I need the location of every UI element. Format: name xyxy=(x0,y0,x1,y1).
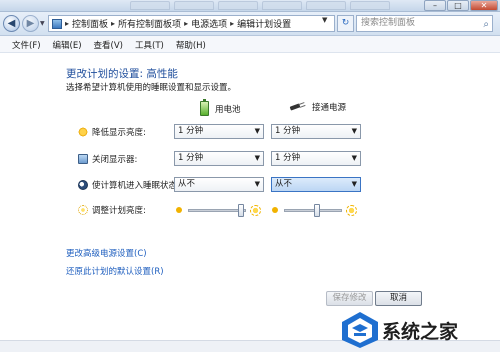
column-label-battery: 用电池 xyxy=(215,104,241,115)
save-changes-button[interactable]: 保存修改 xyxy=(326,291,373,306)
watermark: 系统之家 xyxy=(330,305,500,352)
slider-thumb[interactable] xyxy=(238,203,244,217)
close-button[interactable]: ✕ xyxy=(470,0,498,11)
sun-icon xyxy=(78,127,88,137)
breadcrumb-separator[interactable]: ▸ xyxy=(230,19,234,28)
chevron-down-icon: ▼ xyxy=(351,154,357,162)
tab-placeholder xyxy=(350,1,390,10)
advanced-power-settings-link[interactable]: 更改高级电源设置(C) xyxy=(66,247,147,259)
watermark-text: 系统之家 xyxy=(382,321,459,343)
breadcrumb-item[interactable]: 电源选项 xyxy=(191,17,227,30)
tab-placeholder xyxy=(306,1,346,10)
breadcrumb[interactable]: ▸ 控制面板 ▸ 所有控制面板项 ▸ 电源选项 ▸ 编辑计划设置 xyxy=(48,15,335,32)
monitor-icon xyxy=(78,154,88,164)
slider-track[interactable] xyxy=(188,203,246,217)
select-value: 1 分钟 xyxy=(178,126,204,136)
select-value: 1 分钟 xyxy=(275,153,301,163)
bright-sun-icon xyxy=(250,204,261,216)
select-value: 从不 xyxy=(178,179,196,189)
dim-display-plugged-select[interactable]: 1 分钟 ▼ xyxy=(271,124,361,139)
turn-off-display-battery-select[interactable]: 1 分钟 ▼ xyxy=(174,151,264,166)
title-bar: – □ ✕ xyxy=(0,0,500,12)
select-value: 1 分钟 xyxy=(275,126,301,136)
setting-label: 使计算机进入睡眠状态: xyxy=(92,181,180,191)
breadcrumb-separator[interactable]: ▸ xyxy=(65,19,69,28)
column-label-plugged: 接通电源 xyxy=(312,103,347,113)
breadcrumb-separator[interactable]: ▸ xyxy=(111,19,115,28)
restore-defaults-link[interactable]: 还原此计划的默认设置(R) xyxy=(66,265,164,277)
battery-icon xyxy=(200,99,209,116)
refresh-button[interactable]: ↻ xyxy=(337,15,354,32)
control-panel-icon xyxy=(52,18,62,29)
tab-placeholder xyxy=(262,1,302,10)
bright-sun-icon xyxy=(346,204,357,216)
select-value: 从不 xyxy=(275,179,293,189)
menu-help[interactable]: 帮助(H) xyxy=(170,36,212,52)
menu-edit[interactable]: 编辑(E) xyxy=(47,36,88,52)
breadcrumb-separator[interactable]: ▸ xyxy=(184,19,188,28)
brightness-battery-slider[interactable] xyxy=(176,202,261,218)
maximize-button[interactable]: □ xyxy=(447,0,469,11)
back-button[interactable]: ◀ xyxy=(3,15,20,32)
recent-pages-dropdown-icon[interactable]: ▼ xyxy=(40,20,45,27)
breadcrumb-item[interactable]: 编辑计划设置 xyxy=(237,17,291,30)
menu-tools[interactable]: 工具(T) xyxy=(129,36,170,52)
minimize-button[interactable]: – xyxy=(424,0,446,11)
column-header-plugged: 接通电源 xyxy=(290,101,346,113)
tab-placeholder xyxy=(130,1,170,10)
tab-placeholder xyxy=(174,1,214,10)
chevron-down-icon: ▼ xyxy=(351,127,357,135)
brightness-icon xyxy=(78,205,88,215)
slider-track[interactable] xyxy=(284,203,342,217)
chevron-down-icon: ▼ xyxy=(254,127,260,135)
sleep-plugged-select[interactable]: 从不 ▼ xyxy=(271,177,361,192)
forward-button[interactable]: ▶ xyxy=(22,15,39,32)
chevron-down-icon: ▼ xyxy=(254,180,260,188)
slider-thumb[interactable] xyxy=(314,203,320,217)
chevron-down-icon: ▼ xyxy=(351,180,357,188)
sleep-battery-select[interactable]: 从不 ▼ xyxy=(174,177,264,192)
page-title: 更改计划的设置: 高性能 xyxy=(66,68,178,80)
tab-placeholder xyxy=(218,1,258,10)
address-bar: ◀ ▶ ▼ ▸ 控制面板 ▸ 所有控制面板项 ▸ 电源选项 ▸ 编辑计划设置 ▼… xyxy=(0,12,500,36)
brightness-plugged-slider[interactable] xyxy=(272,202,357,218)
cancel-button[interactable]: 取消 xyxy=(375,291,422,306)
main-content: 更改计划的设置: 高性能 选择希望计算机使用的睡眠设置和显示设置。 用电池 接通… xyxy=(0,54,500,342)
menu-file[interactable]: 文件(F) xyxy=(6,36,47,52)
menu-view[interactable]: 查看(V) xyxy=(88,36,129,52)
search-input[interactable]: 搜索控制面板 ⌕ xyxy=(356,15,493,32)
setting-label: 降低显示亮度: xyxy=(92,128,146,138)
setting-label: 调整计划亮度: xyxy=(92,206,146,216)
chevron-down-icon: ▼ xyxy=(254,154,260,162)
column-header-battery: 用电池 xyxy=(200,99,241,116)
watermark-logo-icon xyxy=(342,312,378,348)
address-dropdown-icon[interactable]: ▼ xyxy=(322,16,327,24)
search-placeholder: 搜索控制面板 xyxy=(361,18,416,28)
select-value: 1 分钟 xyxy=(178,153,204,163)
dim-sun-icon xyxy=(176,207,182,213)
breadcrumb-item[interactable]: 所有控制面板项 xyxy=(118,17,181,30)
window-controls: – □ ✕ xyxy=(424,0,498,11)
setting-label: 关闭显示器: xyxy=(92,155,138,165)
search-icon[interactable]: ⌕ xyxy=(483,17,489,32)
dim-display-battery-select[interactable]: 1 分钟 ▼ xyxy=(174,124,264,139)
sleep-moon-icon xyxy=(78,180,88,190)
menu-bar: 文件(F) 编辑(E) 查看(V) 工具(T) 帮助(H) xyxy=(0,36,500,53)
power-plug-icon xyxy=(290,103,306,111)
dim-sun-icon xyxy=(272,207,278,213)
turn-off-display-plugged-select[interactable]: 1 分钟 ▼ xyxy=(271,151,361,166)
breadcrumb-item[interactable]: 控制面板 xyxy=(72,17,108,30)
page-description: 选择希望计算机使用的睡眠设置和显示设置。 xyxy=(66,83,237,93)
